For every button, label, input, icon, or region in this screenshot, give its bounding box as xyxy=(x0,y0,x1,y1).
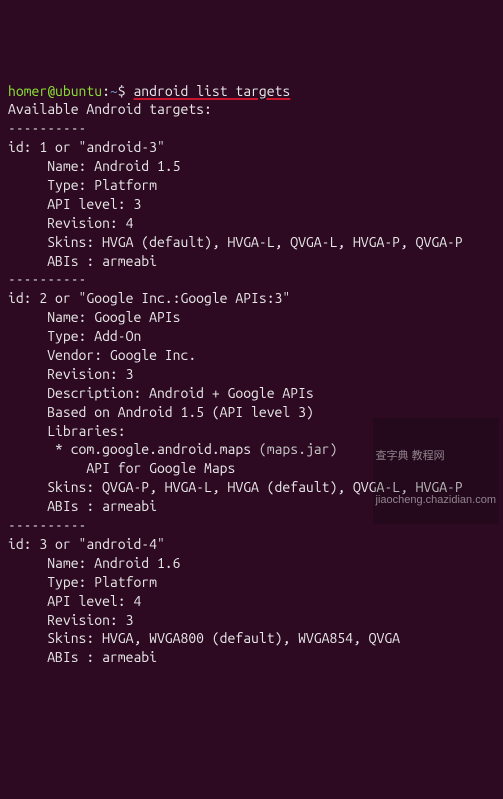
target-detail: Type: Add-On xyxy=(8,328,141,344)
target-detail: ABIs : armeabi xyxy=(8,498,157,514)
target-detail: Libraries: xyxy=(8,423,126,439)
target-id-line: id: 1 or "android-3" xyxy=(8,139,165,155)
target-detail: Type: Platform xyxy=(8,574,157,590)
target-detail: Revision: 3 xyxy=(8,612,133,628)
target-id-line: id: 2 or "Google Inc.:Google APIs:3" xyxy=(8,290,290,306)
separator-line: ---------- xyxy=(8,271,86,287)
prompt-user-host: homer@ubuntu xyxy=(8,83,102,99)
target-detail: Name: Android 1.5 xyxy=(8,158,180,174)
target-id-line: id: 3 or "android-4" xyxy=(8,536,165,552)
target-detail: Vendor: Google Inc. xyxy=(8,347,196,363)
target-detail: API level: 3 xyxy=(8,196,141,212)
target-detail: Skins: HVGA, WVGA800 (default), WVGA854,… xyxy=(8,630,400,646)
target-detail: Name: Android 1.6 xyxy=(8,555,180,571)
target-detail: Description: Android + Google APIs xyxy=(8,385,314,401)
target-detail: ABIs : armeabi xyxy=(8,253,157,269)
target-detail: Type: Platform xyxy=(8,177,157,193)
target-detail: Revision: 3 xyxy=(8,366,133,382)
watermark-line2: jiaocheng.chazidian.com xyxy=(376,493,496,508)
prompt-dollar: $ xyxy=(118,83,134,99)
separator-line: ---------- xyxy=(8,517,86,533)
prompt-path: ~ xyxy=(110,83,118,99)
library-jar: (maps.jar) xyxy=(259,441,337,457)
target-detail: Name: Google APIs xyxy=(8,309,180,325)
target-detail: Revision: 4 xyxy=(8,215,133,231)
target-detail: Based on Android 1.5 (API level 3) xyxy=(8,404,314,420)
target-detail: Skins: HVGA (default), HVGA-L, QVGA-L, H… xyxy=(8,234,463,250)
library-desc: API for Google Maps xyxy=(8,460,235,476)
watermark: 查字典 教程网 jiaocheng.chazidian.com xyxy=(373,418,499,524)
target-detail: API level: 4 xyxy=(8,593,141,609)
terminal-output[interactable]: homer@ubuntu:~$ android list targets Ava… xyxy=(8,82,495,668)
watermark-line1: 查字典 教程网 xyxy=(376,449,496,464)
prompt-colon: : xyxy=(102,83,110,99)
output-header: Available Android targets: xyxy=(8,101,212,117)
separator-line: ---------- xyxy=(8,120,86,136)
command-text: android list targets xyxy=(133,83,290,99)
library-line: * com.google.android.maps xyxy=(8,441,259,457)
target-detail: ABIs : armeabi xyxy=(8,649,157,665)
